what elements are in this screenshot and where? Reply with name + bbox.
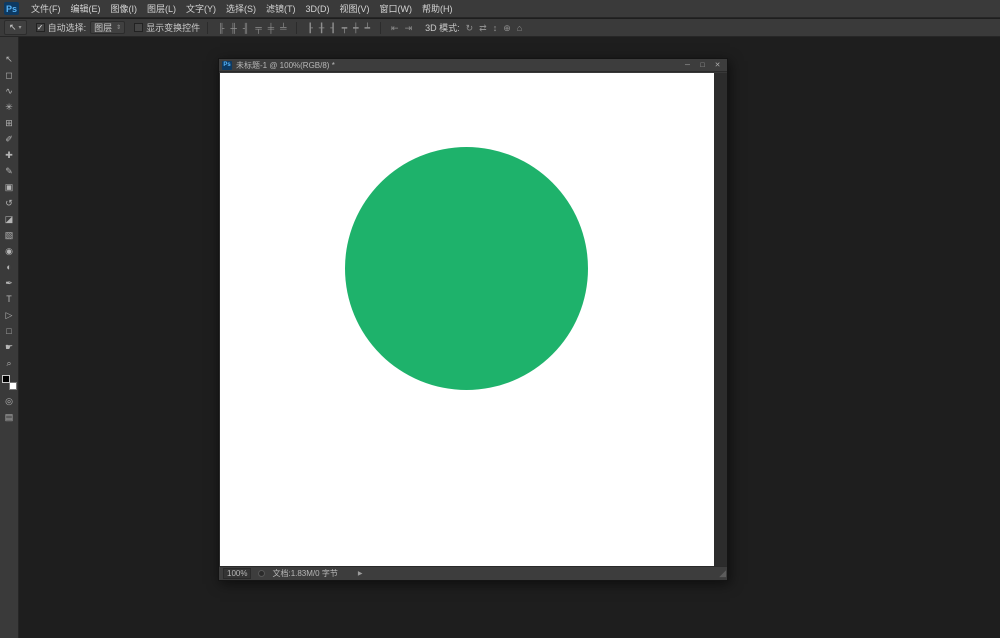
auto-blend-icon[interactable]: ⇥ <box>402 19 416 37</box>
status-knob-icon <box>258 570 265 577</box>
resize-grip-icon[interactable]: ◢ <box>719 567 726 580</box>
auto-select-target-dropdown[interactable]: 图层 ⇕ <box>90 21 125 34</box>
document-title: 未标题-1 @ 100%(RGB/8) * <box>236 60 679 71</box>
distribute-left-icon[interactable]: ┯ <box>339 19 350 37</box>
3d-drag-icon[interactable]: ↕ <box>490 19 501 37</box>
maximize-button[interactable]: □ <box>696 60 709 71</box>
history-brush-tool[interactable]: ↺ <box>0 195 19 211</box>
type-tool[interactable]: T <box>0 291 19 307</box>
eyedropper-tool[interactable]: ✐ <box>0 131 19 147</box>
chevron-down-icon: ▾ <box>19 24 22 31</box>
menu-item-view[interactable]: 视图(V) <box>335 0 375 18</box>
align-left-edges-icon[interactable]: ╟ <box>215 19 227 37</box>
blur-tool[interactable]: ◉ <box>0 243 19 259</box>
checkbox-unchecked-icon <box>134 23 143 32</box>
show-transform-label: 显示变换控件 <box>146 21 200 34</box>
3d-roll-icon[interactable]: ⇄ <box>476 19 490 37</box>
menu-item-select[interactable]: 选择(S) <box>221 0 261 18</box>
minimize-button[interactable]: ─ <box>681 60 694 71</box>
auto-select-value: 图层 <box>94 21 112 34</box>
align-right-edges-icon[interactable]: ╢ <box>240 19 252 37</box>
distribute-horizontal-centers-icon[interactable]: ┿ <box>350 19 361 37</box>
background-color-swatch[interactable] <box>9 382 17 390</box>
photoshop-logo: Ps <box>4 2 19 15</box>
brush-tool[interactable]: ✎ <box>0 163 19 179</box>
hand-tool[interactable]: ☛ <box>0 339 19 355</box>
eraser-tool[interactable]: ◪ <box>0 211 19 227</box>
pen-tool[interactable]: ✒ <box>0 275 19 291</box>
dodge-tool[interactable]: ◐ <box>0 259 19 275</box>
3d-scale-icon[interactable]: ⌂ <box>514 19 525 37</box>
canvas[interactable] <box>220 73 714 566</box>
screen-mode-button[interactable]: ▤ <box>0 409 19 425</box>
distribute-bottom-icon[interactable]: ┨ <box>327 19 338 37</box>
zoom-tool[interactable]: ⌕ <box>0 355 19 371</box>
move-tool-icon: ↖ <box>9 22 17 33</box>
separator <box>296 22 297 34</box>
tool-preset-picker[interactable]: ↖ ▾ <box>4 20 27 35</box>
menu-item-filter[interactable]: 滤镜(T) <box>261 0 301 18</box>
auto-select-label: 自动选择: <box>48 21 87 34</box>
menu-item-help[interactable]: 帮助(H) <box>417 0 458 18</box>
document-size-info: 文档:1.83M/0 字节 <box>272 568 337 579</box>
quick-mask-button[interactable]: ◎ <box>0 393 19 409</box>
show-transform-checkbox[interactable]: 显示变换控件 <box>134 21 200 34</box>
align-horizontal-centers-icon[interactable]: ╫ <box>228 19 240 37</box>
document-titlebar[interactable]: Ps 未标题-1 @ 100%(RGB/8) * ─ □ ✕ <box>219 59 727 72</box>
menu-item-3d[interactable]: 3D(D) <box>301 0 335 18</box>
menu-item-layer[interactable]: 图层(L) <box>142 0 181 18</box>
menu-item-file[interactable]: 文件(F) <box>26 0 66 18</box>
menu-item-type[interactable]: 文字(Y) <box>181 0 221 18</box>
move-tool[interactable]: ↖ <box>0 51 19 67</box>
status-popup-arrow-icon[interactable]: ▶ <box>358 570 363 577</box>
document-tab-icon: Ps <box>222 61 232 70</box>
align-bottom-edges-icon[interactable]: ╧ <box>277 19 289 37</box>
options-bar: ↖ ▾ ✓ 自动选择: 图层 ⇕ 显示变换控件 ╟ ╫ ╢ ╤ ╪ ╧ ┠ ╂ … <box>0 19 1000 37</box>
tools-panel: ↖ ◻ ∿ ✳ ⊞ ✐ ✚ ✎ ▣ ↺ ◪ ▧ ◉ ◐ ✒ T ▷ □ ☛ ⌕ … <box>0 37 19 638</box>
auto-select-checkbox[interactable]: ✓ 自动选择: <box>36 21 87 34</box>
close-button[interactable]: ✕ <box>711 60 724 71</box>
marquee-tool[interactable]: ◻ <box>0 67 19 83</box>
3d-rotate-icon[interactable]: ↻ <box>463 19 477 37</box>
document-content-area <box>219 73 727 566</box>
align-vertical-centers-icon[interactable]: ╪ <box>265 19 277 37</box>
green-circle[interactable] <box>345 147 588 390</box>
crop-tool[interactable]: ⊞ <box>0 115 19 131</box>
menu-bar: Ps 文件(F) 编辑(E) 图像(I) 图层(L) 文字(Y) 选择(S) 滤… <box>0 0 1000 18</box>
clone-stamp-tool[interactable]: ▣ <box>0 179 19 195</box>
color-swatches[interactable] <box>2 375 17 390</box>
distribute-right-icon[interactable]: ┷ <box>362 19 373 37</box>
quick-selection-tool[interactable]: ✳ <box>0 99 19 115</box>
separator <box>207 22 208 34</box>
3d-mode-label: 3D 模式: <box>425 21 460 34</box>
menu-item-window[interactable]: 窗口(W) <box>375 0 418 18</box>
distribute-top-icon[interactable]: ┠ <box>304 19 315 37</box>
auto-align-icon[interactable]: ⇤ <box>388 19 402 37</box>
healing-brush-tool[interactable]: ✚ <box>0 147 19 163</box>
checkbox-checked-icon: ✓ <box>36 23 45 32</box>
align-top-edges-icon[interactable]: ╤ <box>252 19 264 37</box>
path-selection-tool[interactable]: ▷ <box>0 307 19 323</box>
menu-item-image[interactable]: 图像(I) <box>106 0 143 18</box>
3d-slide-icon[interactable]: ⊕ <box>500 19 514 37</box>
zoom-level-field[interactable]: 100% <box>223 568 251 579</box>
gradient-tool[interactable]: ▧ <box>0 227 19 243</box>
distribute-vertical-centers-icon[interactable]: ╂ <box>316 19 327 37</box>
rectangle-tool[interactable]: □ <box>0 323 19 339</box>
document-statusbar: 100% 文档:1.83M/0 字节 ▶ ◢ <box>219 566 727 580</box>
foreground-color-swatch[interactable] <box>2 375 10 383</box>
separator <box>380 22 381 34</box>
menu-item-edit[interactable]: 编辑(E) <box>66 0 106 18</box>
spinner-arrows-icon: ⇕ <box>116 24 121 31</box>
lasso-tool[interactable]: ∿ <box>0 83 19 99</box>
document-window: Ps 未标题-1 @ 100%(RGB/8) * ─ □ ✕ 100% 文档:1… <box>218 58 728 581</box>
